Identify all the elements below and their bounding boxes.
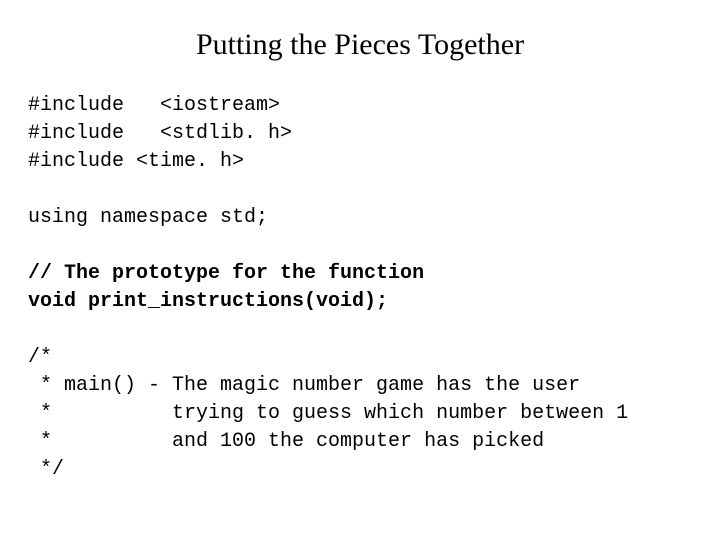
code-line: */ [28, 458, 64, 481]
slide: Putting the Pieces Together #include <io… [0, 0, 720, 540]
code-line-comment: // The prototype for the function [28, 262, 424, 285]
code-block: #include <iostream> #include <stdlib. h>… [28, 92, 692, 484]
code-line-prototype: void print_instructions(void); [28, 290, 388, 313]
code-line: #include <iostream> [28, 94, 280, 117]
code-line: #include <stdlib. h> [28, 122, 292, 145]
code-line: * and 100 the computer has picked [28, 430, 544, 453]
slide-title: Putting the Pieces Together [28, 28, 692, 62]
code-line: using namespace std; [28, 206, 268, 229]
code-line: #include <time. h> [28, 150, 244, 173]
code-line: /* [28, 346, 52, 369]
code-line: * trying to guess which number between 1 [28, 402, 628, 425]
code-line: * main() - The magic number game has the… [28, 374, 580, 397]
